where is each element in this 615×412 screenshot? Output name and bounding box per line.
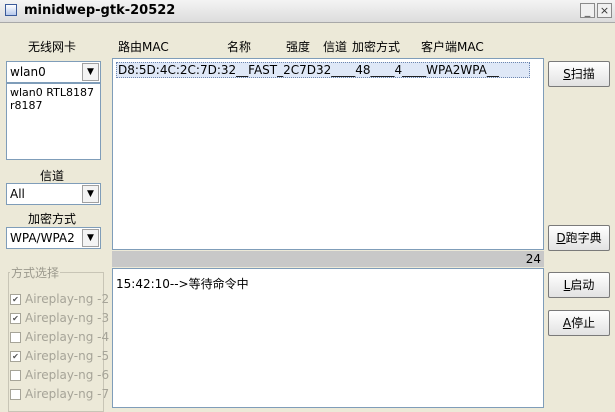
checkbox[interactable]: [10, 389, 21, 400]
mode-option[interactable]: Aireplay-ng -6: [10, 368, 109, 384]
column-header: 加密方式: [352, 40, 401, 54]
app-icon: [5, 4, 17, 16]
scan-button[interactable]: S扫描: [548, 61, 610, 87]
checkbox[interactable]: ✔: [10, 294, 21, 305]
mode-option[interactable]: Aireplay-ng -4: [10, 330, 109, 346]
dropdown-arrow-icon[interactable]: ▼: [82, 63, 99, 81]
mode-option-label: Aireplay-ng -7: [25, 387, 110, 401]
ap-list[interactable]: D8:5D:4C:2C:7D:32__FAST_2C7D32____48____…: [112, 58, 544, 250]
mode-option-label: Aireplay-ng -3: [25, 311, 110, 325]
dropdown-arrow-icon[interactable]: ▼: [82, 185, 99, 203]
channel-label: 信道: [40, 169, 65, 183]
nic-label: 无线网卡: [28, 40, 77, 54]
nic-info-box: wlan0 RTL8187 r8187: [6, 83, 101, 160]
scan-mnemonic: S: [563, 67, 571, 81]
progress-value: 24: [525, 252, 541, 266]
encryption-select-value: WPA/WPA2: [10, 231, 75, 245]
nic-info-line: r8187: [10, 99, 43, 112]
column-header: 名称: [227, 40, 252, 54]
column-header: 强度: [286, 40, 311, 54]
nic-select-value: wlan0: [10, 65, 46, 79]
nic-info-line: wlan0 RTL8187: [10, 86, 94, 99]
progress-bar: 24: [112, 251, 544, 267]
column-header: 客户端MAC: [421, 40, 484, 54]
dict-mnemonic: D: [556, 231, 566, 245]
checkbox[interactable]: [10, 332, 21, 343]
nic-select[interactable]: wlan0 ▼: [6, 61, 101, 83]
mode-group-title: 方式选择: [10, 264, 61, 281]
dict-label: 跑字典: [565, 231, 602, 245]
mode-option[interactable]: ✔ Aireplay-ng -2: [10, 292, 109, 308]
start-label: 启动: [570, 278, 595, 292]
encryption-label: 加密方式: [28, 212, 77, 226]
minimize-button[interactable]: _: [580, 3, 595, 18]
encryption-select[interactable]: WPA/WPA2 ▼: [6, 227, 101, 249]
checkbox[interactable]: ✔: [10, 313, 21, 324]
mode-option-label: Aireplay-ng -2: [25, 292, 110, 306]
log-area[interactable]: 15:42:10-->等待命令中: [112, 268, 544, 408]
close-button[interactable]: ×: [597, 3, 612, 18]
dictionary-button[interactable]: D跑字典: [548, 225, 610, 251]
column-header: 路由MAC: [118, 40, 169, 54]
column-header: 信道: [323, 40, 348, 54]
scan-label: 扫描: [570, 67, 595, 81]
stop-label: 停止: [571, 316, 596, 330]
stop-mnemonic: A: [562, 316, 572, 330]
table-row[interactable]: D8:5D:4C:2C:7D:32__FAST_2C7D32____48____…: [116, 62, 530, 78]
mode-option[interactable]: Aireplay-ng -7: [10, 387, 109, 403]
window-title: minidwep-gtk-20522: [24, 3, 176, 18]
mode-option-label: Aireplay-ng -6: [25, 368, 110, 382]
mode-option[interactable]: ✔ Aireplay-ng -3: [10, 311, 109, 327]
title-bar: minidwep-gtk-20522 _ ×: [0, 0, 615, 23]
log-line: 15:42:10-->等待命令中: [116, 277, 249, 291]
start-button[interactable]: L启动: [548, 272, 610, 298]
checkbox[interactable]: [10, 370, 21, 381]
channel-select-value: All: [10, 187, 25, 201]
checkbox[interactable]: ✔: [10, 351, 21, 362]
stop-button[interactable]: A停止: [548, 310, 610, 336]
mode-option[interactable]: ✔ Aireplay-ng -5: [10, 349, 109, 365]
mode-option-label: Aireplay-ng -4: [25, 330, 110, 344]
channel-select[interactable]: All ▼: [6, 183, 101, 205]
dropdown-arrow-icon[interactable]: ▼: [82, 229, 99, 247]
mode-option-label: Aireplay-ng -5: [25, 349, 110, 363]
